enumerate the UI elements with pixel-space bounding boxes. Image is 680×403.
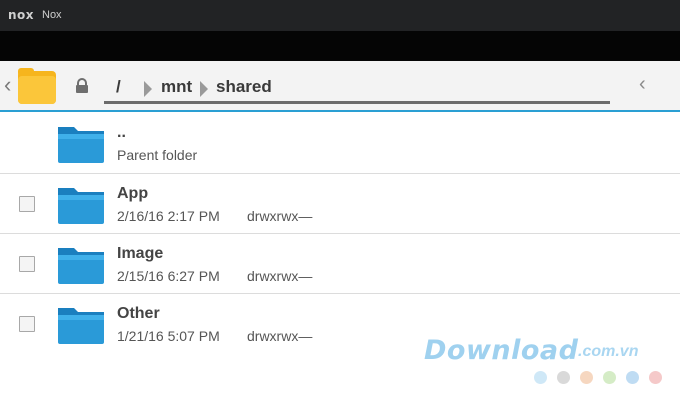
item-name: .. [117, 124, 126, 141]
folder-icon [58, 127, 104, 163]
item-permissions: drwxrwx— [247, 268, 313, 284]
item-checkbox[interactable] [19, 256, 35, 272]
folder-app-icon[interactable] [17, 67, 57, 105]
item-permissions: drwxrwx— [247, 208, 313, 224]
item-name: App [117, 185, 149, 202]
list-item[interactable]: App 2/16/16 2:17 PM drwxrwx— [0, 173, 680, 234]
item-checkbox[interactable] [19, 196, 35, 212]
nox-logo: nox [8, 8, 35, 22]
watermark-dot [557, 371, 570, 384]
emulator-titlebar: nox Nox [0, 0, 680, 31]
file-manager-toolbar: ‹ / mnt shared ‹ [0, 61, 680, 112]
watermark-logo: Download [424, 335, 579, 366]
item-checkbox[interactable] [19, 316, 35, 332]
chevron-left-icon[interactable]: ‹ [4, 72, 11, 98]
folder-icon [58, 188, 104, 224]
watermark-dot [580, 371, 593, 384]
breadcrumb-separator-icon [144, 81, 152, 97]
watermark-dot [534, 371, 547, 384]
window-title: Nox [42, 9, 62, 21]
list-item[interactable]: Image 2/15/16 6:27 PM drwxrwx— [0, 233, 680, 294]
watermark-dot [649, 371, 662, 384]
watermark-dot [603, 371, 616, 384]
breadcrumb-mnt[interactable]: mnt [161, 77, 192, 97]
watermark-dot [626, 371, 639, 384]
lock-icon [76, 78, 88, 93]
breadcrumb-root[interactable]: / [116, 77, 121, 97]
status-bar [0, 31, 680, 61]
item-permissions: drwxrwx— [247, 328, 313, 344]
breadcrumb-separator-icon [200, 81, 208, 97]
item-date: 2/16/16 2:17 PM [117, 208, 220, 224]
folder-icon [58, 248, 104, 284]
list-item-parent-folder[interactable]: .. Parent folder [0, 113, 680, 173]
chevron-left-icon[interactable]: ‹ [639, 73, 646, 96]
breadcrumb: / mnt shared [104, 77, 610, 104]
breadcrumb-shared[interactable]: shared [216, 77, 272, 97]
item-subtitle: Parent folder [117, 147, 198, 163]
watermark-domain: .com.vn [578, 343, 639, 360]
item-date: 2/15/16 6:27 PM [117, 268, 220, 284]
item-name: Image [117, 245, 164, 262]
item-date: 1/21/16 5:07 PM [117, 328, 220, 344]
item-name: Other [117, 305, 160, 322]
breadcrumb-underline [104, 101, 610, 104]
folder-icon [58, 308, 104, 344]
